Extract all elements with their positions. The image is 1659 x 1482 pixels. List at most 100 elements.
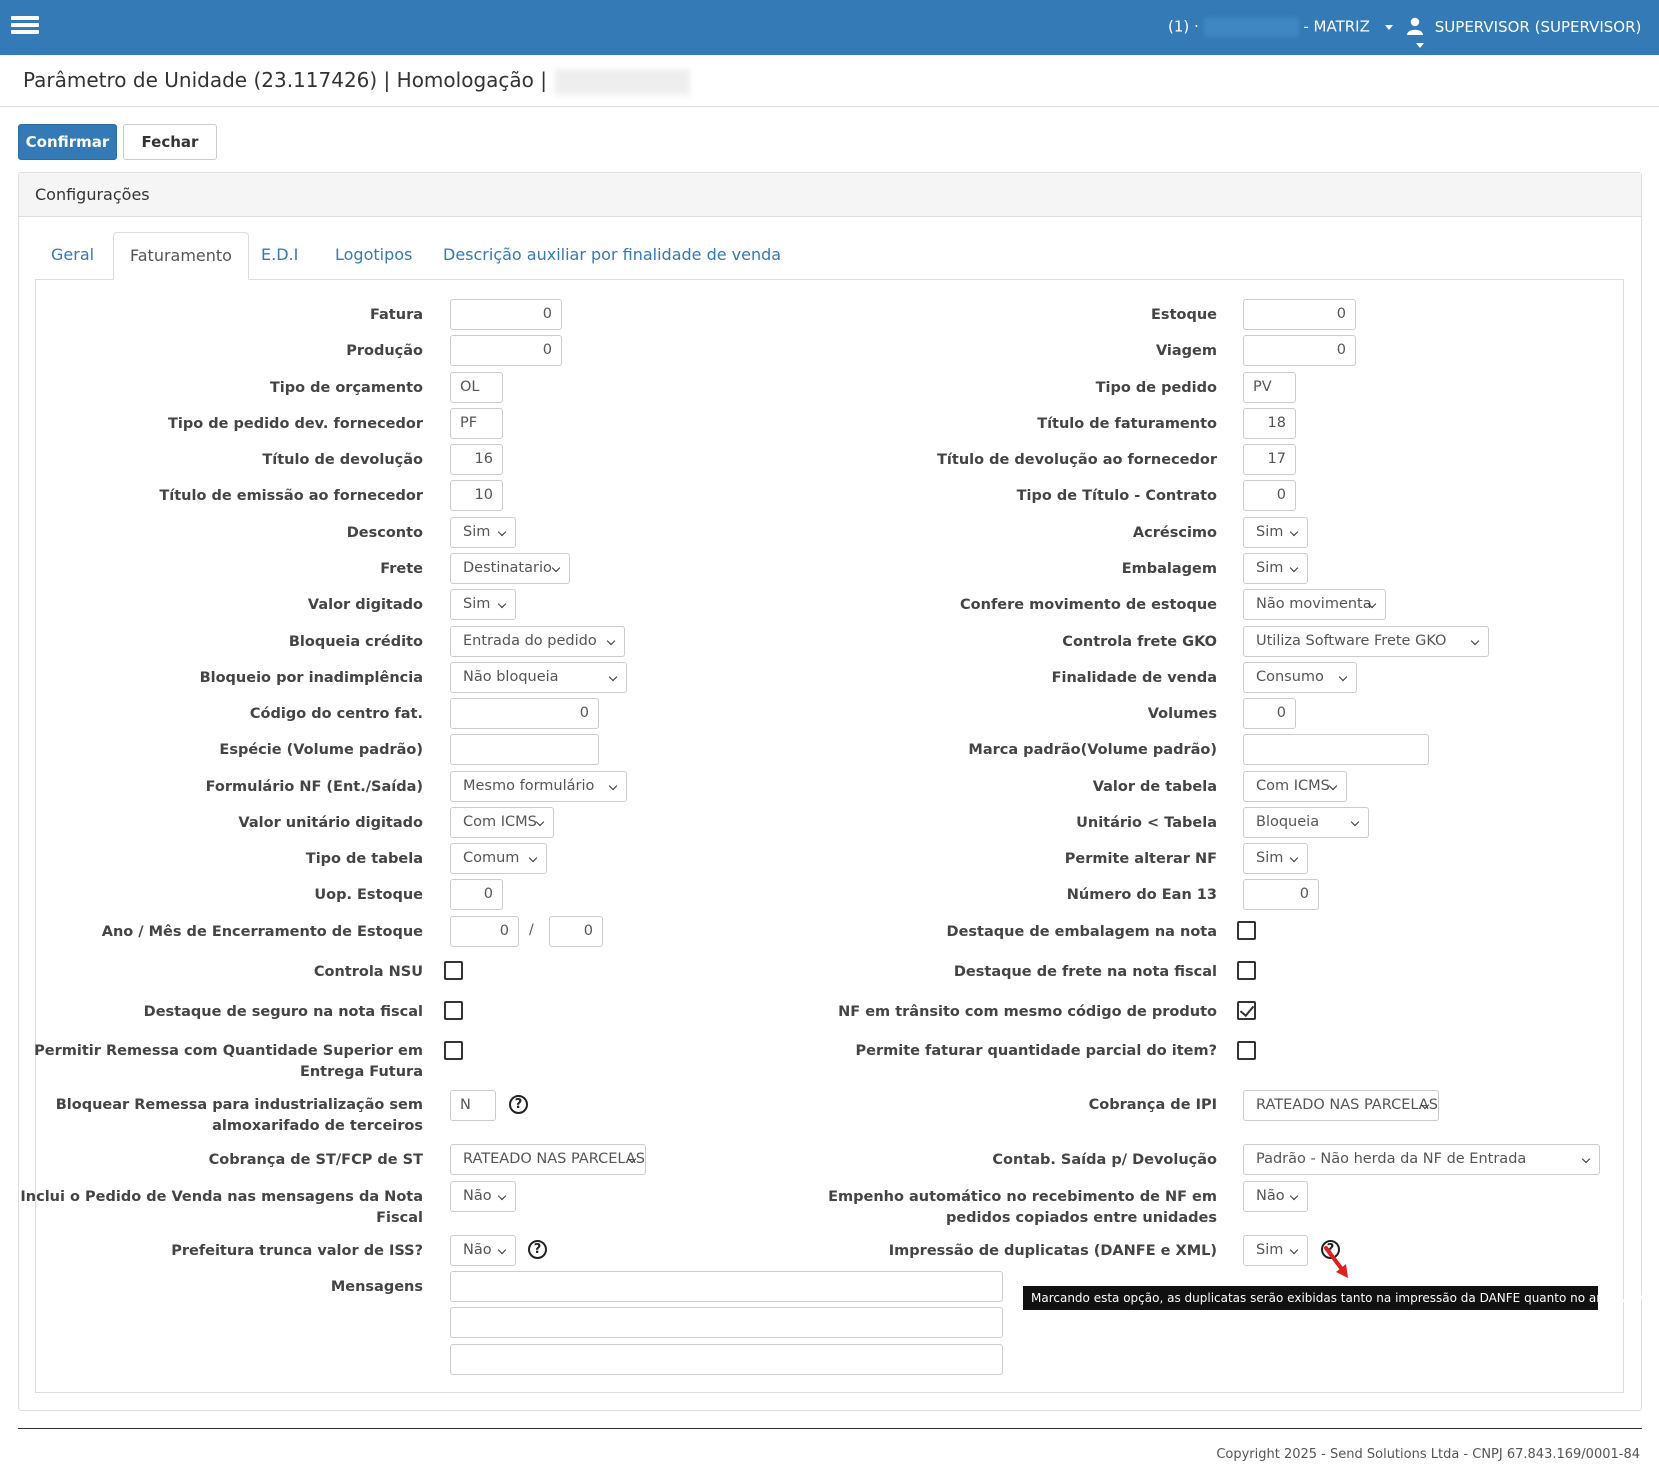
tipo-orcamento-label: Tipo de orçamento <box>269 380 423 396</box>
viagem-label: Viagem <box>1155 343 1217 359</box>
empenho-label: Empenho automático no recebimento de NF … <box>828 1189 1217 1226</box>
cobranca-ipi-select[interactable]: RATEADO NAS PARCELAS <box>1243 1090 1439 1121</box>
unit-selector[interactable]: (1) · - MATRIZ <box>1168 17 1393 37</box>
tipo-tabela-label: Tipo de tabela <box>305 851 423 867</box>
ano-encerramento-input[interactable]: 0 <box>450 916 519 947</box>
mensagem-input-1[interactable] <box>450 1271 1003 1302</box>
title-redacted <box>554 68 690 95</box>
unit-name-redacted <box>1203 17 1299 37</box>
permite-alterar-nf-select[interactable]: Sim <box>1243 843 1308 874</box>
valor-digitado-select[interactable]: Sim <box>450 589 516 620</box>
producao-label: Produção <box>346 343 423 359</box>
titulo-devolucao-label: Título de devolução <box>262 452 423 468</box>
cobranca-ipi-label: Cobrança de IPI <box>1088 1097 1217 1113</box>
bloqueia-credito-select[interactable]: Entrada do pedido <box>450 626 625 657</box>
bloquear-remessa-input[interactable]: N <box>450 1090 496 1121</box>
destaque-seguro-checkbox[interactable] <box>444 1001 463 1020</box>
numero-ean-label: Número do Ean 13 <box>1066 887 1217 903</box>
confirm-button[interactable]: Confirmar <box>18 124 117 160</box>
help-icon[interactable]: ? <box>528 1240 547 1259</box>
frete-select[interactable]: Destinatario <box>450 553 570 584</box>
especie-label: Espécie (Volume padrão) <box>219 742 423 758</box>
valor-unitario-label: Valor unitário digitado <box>238 815 423 831</box>
tipo-pedido-input[interactable]: PV <box>1243 372 1296 403</box>
viagem-input[interactable]: 0 <box>1243 335 1356 366</box>
cobranca-st-label: Cobrança de ST/FCP de ST <box>208 1152 423 1168</box>
confere-movimento-select[interactable]: Não movimenta <box>1243 589 1386 620</box>
nf-transito-checkbox[interactable] <box>1237 1001 1256 1020</box>
numero-ean-input[interactable]: 0 <box>1243 879 1319 910</box>
volumes-label: Volumes <box>1147 706 1217 722</box>
controla-nsu-checkbox[interactable] <box>444 961 463 980</box>
user-icon <box>1407 17 1423 35</box>
tab-descricao-auxiliar[interactable]: Descrição auxiliar por finalidade de ven… <box>427 232 797 280</box>
titulo-emissao-label: Título de emissão ao fornecedor <box>159 488 423 504</box>
chevron-down-icon <box>1416 43 1424 48</box>
titulo-dev-fornecedor-label: Título de devolução ao fornecedor <box>937 452 1217 468</box>
red-arrow-pointer-icon <box>1324 1246 1348 1278</box>
unitario-tabela-select[interactable]: Bloqueia <box>1243 807 1369 838</box>
contab-saida-select[interactable]: Padrão - Não herda da NF de Entrada <box>1243 1144 1600 1175</box>
fatura-input[interactable]: 0 <box>450 299 562 330</box>
destaque-frete-checkbox[interactable] <box>1237 961 1256 980</box>
bloqueio-inadimplencia-label: Bloqueio por inadimplência <box>199 670 423 686</box>
titulo-devolucao-input[interactable]: 16 <box>450 444 503 475</box>
titulo-emissao-input[interactable]: 10 <box>450 480 503 511</box>
cobranca-st-select[interactable]: RATEADO NAS PARCELAS <box>450 1144 646 1175</box>
user-menu[interactable]: SUPERVISOR (SUPERVISOR) <box>1406 17 1659 54</box>
empenho-select[interactable]: Não <box>1243 1181 1308 1212</box>
prefeitura-iss-select[interactable]: Não <box>450 1235 516 1266</box>
titulo-faturamento-label: Título de faturamento <box>1037 416 1217 432</box>
uop-estoque-input[interactable]: 0 <box>450 879 503 910</box>
help-icon[interactable]: ? <box>509 1095 528 1114</box>
inclui-pedido-select[interactable]: Não <box>450 1181 516 1212</box>
impressao-duplicatas-label: Impressão de duplicatas (DANFE e XML) <box>888 1243 1217 1259</box>
close-button[interactable]: Fechar <box>123 124 217 160</box>
mensagem-input-3[interactable] <box>450 1344 1003 1375</box>
tipo-pedido-dev-input[interactable]: PF <box>450 408 503 439</box>
marca-padrao-input[interactable] <box>1243 734 1429 765</box>
page-header: Parâmetro de Unidade (23.117426) | Homol… <box>0 55 1659 107</box>
tab-edi[interactable]: E.D.I <box>245 232 314 280</box>
tipo-tabela-select[interactable]: Comum <box>450 843 547 874</box>
valor-digitado-label: Valor digitado <box>307 597 423 613</box>
tab-logotipos[interactable]: Logotipos <box>319 232 428 280</box>
tipo-titulo-contrato-input[interactable]: 0 <box>1243 480 1296 511</box>
acrescimo-select[interactable]: Sim <box>1243 517 1308 548</box>
permitir-remessa-checkbox[interactable] <box>444 1041 463 1060</box>
codigo-centro-input[interactable]: 0 <box>450 698 599 729</box>
permite-alterar-nf-label: Permite alterar NF <box>1064 851 1217 867</box>
mensagem-input-2[interactable] <box>450 1307 1003 1338</box>
footer-divider <box>18 1428 1642 1429</box>
finalidade-venda-label: Finalidade de venda <box>1051 670 1217 686</box>
nf-transito-label: NF em trânsito com mesmo código de produ… <box>838 1004 1217 1020</box>
estoque-input[interactable]: 0 <box>1243 299 1356 330</box>
volumes-input[interactable]: 0 <box>1243 698 1296 729</box>
formulario-nf-select[interactable]: Mesmo formulário <box>450 771 627 802</box>
finalidade-venda-select[interactable]: Consumo <box>1243 662 1357 693</box>
desconto-label: Desconto <box>346 525 423 541</box>
tab-geral[interactable]: Geral <box>35 232 110 280</box>
titulo-dev-fornecedor-input[interactable]: 17 <box>1243 444 1296 475</box>
bloqueio-inadimplencia-select[interactable]: Não bloqueia <box>450 662 627 693</box>
estoque-label: Estoque <box>1151 307 1217 323</box>
footer-copyright: Copyright 2025 - Send Solutions Ltda - C… <box>1216 1447 1640 1462</box>
producao-input[interactable]: 0 <box>450 335 562 366</box>
hamburger-menu-icon[interactable] <box>11 16 39 38</box>
impressao-duplicatas-select[interactable]: Sim <box>1243 1235 1308 1266</box>
marca-padrao-label: Marca padrão(Volume padrão) <box>968 742 1217 758</box>
especie-input[interactable] <box>450 734 599 765</box>
embalagem-select[interactable]: Sim <box>1243 553 1308 584</box>
tipo-orcamento-input[interactable]: OL <box>450 372 503 403</box>
valor-tabela-label: Valor de tabela <box>1092 779 1217 795</box>
desconto-select[interactable]: Sim <box>450 517 516 548</box>
permite-parcial-checkbox[interactable] <box>1237 1041 1256 1060</box>
titulo-faturamento-input[interactable]: 18 <box>1243 408 1296 439</box>
valor-tabela-select[interactable]: Com ICMS <box>1243 771 1347 802</box>
destaque-embalagem-checkbox[interactable] <box>1237 921 1256 940</box>
mes-encerramento-input[interactable]: 0 <box>549 916 603 947</box>
destaque-frete-label: Destaque de frete na nota fiscal <box>953 964 1217 980</box>
valor-unitario-select[interactable]: Com ICMS <box>450 807 554 838</box>
controla-frete-gko-select[interactable]: Utiliza Software Frete GKO <box>1243 626 1489 657</box>
tab-faturamento[interactable]: Faturamento <box>113 232 249 280</box>
